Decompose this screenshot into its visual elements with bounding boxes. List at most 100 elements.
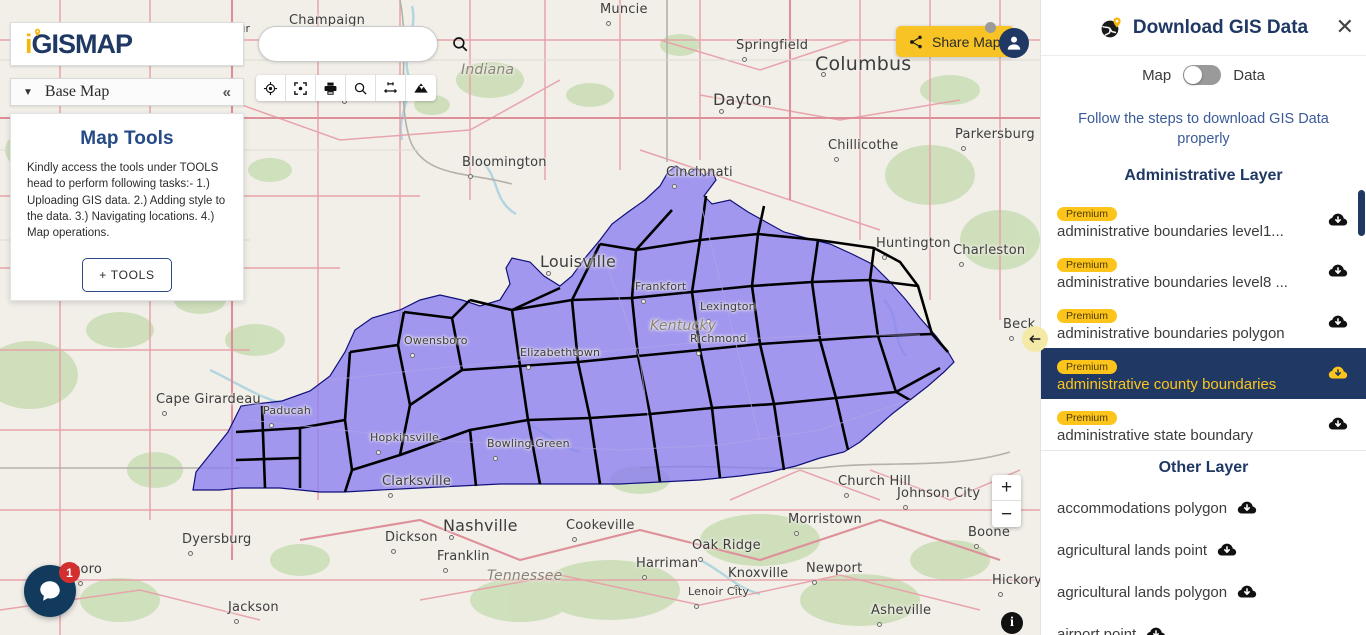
layer-item[interactable]: Premium administrative boundaries polygon	[1041, 297, 1366, 348]
map-city-dot	[734, 585, 739, 590]
locate-icon[interactable]	[256, 75, 286, 101]
layer-item[interactable]: Premium administrative boundaries level1.…	[1041, 195, 1366, 246]
map-city-dot	[572, 537, 577, 542]
map-pin-icon	[34, 28, 41, 37]
cloud-download-icon[interactable]	[1215, 539, 1239, 561]
layer-item[interactable]: agricultural lands polygon	[1041, 571, 1366, 613]
chevron-down-icon[interactable]: ▼	[23, 87, 33, 98]
panel-collapse-handle[interactable]	[1022, 326, 1048, 352]
panel-instruction: Follow the steps to download GIS Data pr…	[1078, 111, 1329, 147]
map-city-dot	[696, 351, 701, 356]
map-city-dot	[78, 581, 83, 586]
cloud-download-icon[interactable]	[1326, 311, 1350, 333]
chat-bubble-icon	[40, 581, 60, 601]
layer-list-scroll[interactable]: Administrative Layer Premium administrati…	[1041, 159, 1366, 635]
map-city-dot	[959, 262, 964, 267]
map-city-dot	[698, 557, 703, 562]
map-data-toggle[interactable]	[1183, 65, 1222, 85]
zoom-controls[interactable]: + −	[992, 475, 1021, 527]
map-city-dot	[526, 365, 531, 370]
terrain-icon[interactable]	[406, 75, 436, 101]
map-data-toggle-row[interactable]: Map Data	[1041, 56, 1366, 94]
map-city-dot	[974, 544, 979, 549]
layer-text: Premium administrative boundaries level1.…	[1057, 204, 1318, 240]
cloud-download-icon[interactable]	[1235, 497, 1259, 519]
map-city-dot	[844, 493, 849, 498]
administrative-layer-group: Administrative Layer Premium administrati…	[1041, 159, 1366, 452]
map-city-dot	[903, 505, 908, 510]
share-map-button[interactable]: Share Map	[896, 26, 1015, 57]
fullscreen-icon[interactable]	[286, 75, 316, 101]
layer-item[interactable]: Premium administrative state boundary	[1041, 399, 1366, 450]
map-city-dot	[794, 531, 799, 536]
cloud-download-icon[interactable]	[1326, 260, 1350, 282]
map-city-dot	[468, 174, 473, 179]
panel-scrollbar-thumb[interactable]	[1358, 190, 1365, 236]
toggle-label-data: Data	[1233, 66, 1265, 84]
measure-distance-icon[interactable]	[376, 75, 406, 101]
map-city-dot	[546, 271, 551, 276]
layer-name: administrative boundaries level1...	[1057, 223, 1284, 241]
other-layer-group: Other Layer accommodations polygon agricu…	[1041, 451, 1366, 635]
layer-item-selected[interactable]: Premium administrative county boundaries	[1041, 348, 1366, 400]
zoom-out-button[interactable]: −	[992, 501, 1021, 527]
printer-icon[interactable]	[316, 75, 346, 101]
add-tools-button[interactable]: + TOOLS	[82, 257, 172, 292]
layer-text: Premium administrative state boundary	[1057, 408, 1318, 444]
layer-text: Premium administrative county boundaries	[1057, 357, 1318, 393]
premium-badge: Premium	[1057, 207, 1118, 222]
layer-item[interactable]: agricultural lands point	[1041, 529, 1366, 571]
app-logo[interactable]: iGISMAP	[10, 22, 244, 66]
panel-header: Download GIS Data ✕	[1041, 0, 1366, 56]
layer-name: administrative boundaries level8 ...	[1057, 274, 1288, 292]
cloud-download-icon[interactable]	[1235, 581, 1259, 603]
globe-pin-icon	[1099, 16, 1123, 40]
zoom-in-button[interactable]: +	[992, 475, 1021, 501]
arrow-left-icon	[1029, 335, 1041, 343]
map-city-dot	[742, 57, 747, 62]
layer-item[interactable]: accommodations polygon	[1041, 487, 1366, 529]
base-map-panel[interactable]: ▼ Base Map «	[10, 78, 244, 106]
map-tools-description: Kindly access the tools under TOOLS head…	[27, 162, 226, 240]
cloud-download-icon[interactable]	[1326, 362, 1350, 384]
layer-name: agricultural lands point	[1057, 541, 1208, 559]
zoom-search-icon[interactable]	[346, 75, 376, 101]
other-section-title: Other Layer	[1158, 459, 1249, 477]
administrative-layer-list: Premium administrative boundaries level1.…	[1041, 195, 1366, 450]
map-search-box[interactable]	[258, 26, 468, 62]
premium-badge: Premium	[1057, 309, 1118, 324]
search-input[interactable]	[259, 36, 451, 52]
map-city-dot	[642, 575, 647, 580]
layer-name: accommodations polygon	[1057, 499, 1228, 517]
cloud-download-icon[interactable]	[1144, 623, 1168, 635]
map-city-dot	[391, 549, 396, 554]
panel-title: Download GIS Data	[1132, 16, 1309, 38]
search-icon[interactable]	[451, 35, 469, 53]
premium-badge: Premium	[1057, 258, 1118, 273]
layer-name: agricultural lands polygon	[1057, 583, 1228, 601]
toggle-label-map: Map	[1142, 66, 1172, 84]
toggle-knob	[1184, 66, 1203, 84]
user-avatar-icon[interactable]	[999, 28, 1029, 58]
map-tools-title: Map Tools	[80, 128, 174, 149]
map-city-dot	[449, 535, 454, 540]
double-chevron-left-icon[interactable]: «	[223, 84, 231, 101]
map-tools-card: Map Tools Kindly access the tools under …	[10, 113, 244, 301]
map-city-dot	[694, 604, 699, 609]
layer-text: Premium administrative boundaries polygon	[1057, 306, 1318, 342]
map-city-dot	[410, 353, 415, 358]
map-city-dot	[812, 580, 817, 585]
chat-unread-badge: 1	[59, 562, 80, 583]
layer-item[interactable]: airport point	[1041, 613, 1366, 635]
premium-badge: Premium	[1057, 360, 1118, 375]
layer-text: Premium administrative boundaries level8 …	[1057, 255, 1318, 291]
map-info-button[interactable]: i	[1001, 612, 1023, 634]
map-toolbar[interactable]	[256, 75, 436, 101]
layer-item[interactable]: Premium administrative boundaries level8 …	[1041, 246, 1366, 297]
map-city-dot	[882, 255, 887, 260]
cloud-download-icon[interactable]	[1326, 209, 1350, 231]
share-map-label: Share Map	[932, 33, 1001, 50]
gis-map-application: ChampaignMuncieDecaturIllinoisSpringfiel…	[0, 0, 1366, 635]
close-icon[interactable]: ✕	[1336, 16, 1354, 39]
cloud-download-icon[interactable]	[1326, 413, 1350, 435]
